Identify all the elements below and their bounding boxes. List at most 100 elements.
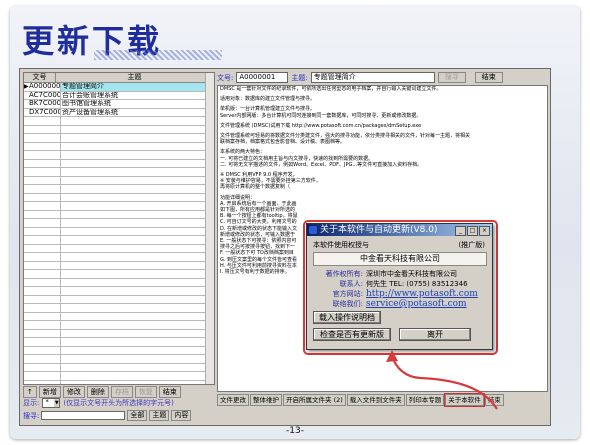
doc-number-field[interactable]: A0000001 (236, 72, 289, 83)
empty-row (24, 261, 214, 270)
detail-toolbar-button[interactable]: 列印本专题 (405, 394, 445, 406)
maximize-icon[interactable]: □ (467, 226, 478, 236)
empty-row (24, 142, 214, 151)
search-all-button[interactable]: 全部 (127, 410, 148, 421)
dialog-title: 关于本软件与自动更新(V8.0) (320, 225, 438, 235)
minimize-icon[interactable]: _ (455, 226, 466, 236)
contact-row: 著作权所有: 深圳市中金看天科技有限公司 (313, 269, 488, 279)
contact-row: 联络我们: service@potasoft.com (313, 299, 488, 309)
topic-label: 主题: (291, 73, 308, 82)
column-header-code[interactable]: 文号 (24, 73, 56, 82)
column-header-subject[interactable]: 主题 (56, 73, 214, 82)
row-code-text: BK7C0001 (29, 100, 61, 107)
doc-number-label: 文号: (217, 73, 234, 82)
empty-row (24, 355, 214, 364)
display-label: 显示: (23, 399, 40, 407)
load-manual-button[interactable]: 载入操作说明档 (313, 311, 381, 324)
topic-field[interactable]: 专题管理简介 (310, 72, 435, 83)
empty-row (24, 346, 214, 355)
contact-key: 官方网站: (332, 290, 363, 298)
empty-row (24, 193, 214, 202)
chevron-down-icon: ▼ (54, 399, 60, 407)
check-update-button[interactable]: 检查是否有更新版 (313, 328, 391, 341)
empty-row (24, 380, 214, 384)
edition-label: (推广版) (458, 241, 485, 249)
contact-row: 联系人: 何先生 TEL: (0755) 83512346 (313, 279, 488, 289)
empty-row (24, 338, 214, 347)
table-row[interactable]: DX7C0001资产设备管理系统 (24, 108, 214, 117)
empty-row (24, 125, 214, 134)
search-content-button[interactable]: 内容 (171, 410, 192, 421)
empty-row (24, 219, 214, 228)
detail-toolbar-button[interactable]: 结束 (484, 394, 504, 406)
about-dialog: 关于本软件与自动更新(V8.0) _ □ × 本软件使用权授与 (推广版) 中金… (306, 223, 493, 350)
row-code-text: DX7C0001 (29, 108, 60, 116)
contact-link[interactable]: http://www.potasoft.com (366, 289, 478, 299)
row-code: ▶A0000001 (24, 83, 61, 91)
about-software-button[interactable]: 关于本软件 (444, 393, 485, 407)
search-topic-button[interactable]: 主题 (149, 410, 170, 421)
empty-row (24, 168, 214, 177)
empty-row (24, 151, 214, 160)
search-input[interactable] (41, 411, 126, 420)
empty-row (24, 295, 214, 304)
document-list: 文号 主题 ▶A0000001专题管理简介AC7C0001合计会账管理系统BK7… (23, 72, 215, 385)
row-subject: 合计会账管理系统 (61, 91, 214, 99)
detail-search-button[interactable]: 搜寻 (437, 72, 466, 83)
row-code: AC7C0001 (24, 91, 61, 99)
detail-toolbar-button[interactable]: 文件更改 (217, 394, 249, 406)
display-dropdown[interactable]: * ▼ (42, 398, 61, 408)
detail-toolbar-button[interactable]: 开启所属文件夹 (2) (283, 394, 346, 406)
contact-key: 联络我们: (332, 300, 363, 308)
empty-row (24, 287, 214, 296)
row-code: DX7C0001 (24, 108, 61, 116)
empty-row (24, 278, 214, 287)
contact-value: 何先生 TEL: (0755) 83512346 (366, 280, 468, 288)
contact-value: 深圳市中金看天科技有限公司 (366, 270, 457, 278)
page-number: -13- (286, 426, 304, 436)
list-toolbar-button[interactable]: 新增 (38, 386, 61, 398)
close-icon[interactable]: × (479, 226, 490, 236)
empty-row (24, 253, 214, 262)
licensed-to-label: 本软件使用权授与 (313, 241, 369, 249)
table-row[interactable]: ▶A0000001专题管理简介 (24, 83, 214, 92)
empty-row (24, 117, 214, 126)
move-up-button[interactable]: ↑ (23, 386, 37, 398)
empty-row (24, 372, 214, 381)
list-scrollbar[interactable] (205, 73, 214, 384)
empty-row (24, 159, 214, 168)
search-row: 搜寻: 全部 主题 内容 (23, 410, 231, 421)
row-pointer-icon: ▶ (24, 83, 29, 90)
empty-row (24, 134, 214, 143)
row-subject: 专题管理简介 (61, 83, 214, 91)
empty-row (24, 329, 214, 338)
list-toolbar-button[interactable]: 删除 (86, 386, 109, 398)
detail-toolbar-button[interactable]: 载入文件到文件夹 (346, 394, 405, 406)
title-decoration (94, 50, 222, 60)
contact-link[interactable]: service@potasoft.com (366, 299, 467, 309)
list-toolbar-button[interactable]: 存档 (110, 386, 133, 398)
empty-row (24, 270, 214, 279)
empty-row (24, 210, 214, 219)
table-row[interactable]: BK7C0001图书馆管理系统 (24, 100, 214, 109)
detail-end-button[interactable]: 结束 (474, 72, 503, 83)
table-row[interactable]: AC7C0001合计会账管理系统 (24, 91, 214, 100)
empty-row (24, 227, 214, 236)
empty-row (24, 176, 214, 185)
empty-row (24, 202, 214, 211)
list-header: 文号 主题 (24, 73, 214, 83)
list-toolbar-button[interactable]: 恢复 (134, 386, 157, 398)
detail-header: 文号: A0000001 主题: 专题管理简介 搜寻 结束 (217, 72, 547, 83)
list-toolbar-button[interactable]: 结束 (158, 386, 181, 398)
display-filter: 显示: * ▼ (仅显示文号开头为所选择的字元号) (23, 398, 213, 408)
empty-row (24, 321, 214, 330)
search-label: 搜寻: (23, 411, 40, 420)
empty-row (24, 363, 214, 372)
list-toolbar-button[interactable]: 修改 (62, 386, 85, 398)
detail-toolbar-button[interactable]: 整体维护 (250, 394, 282, 406)
row-code-text: A0000001 (29, 83, 61, 90)
dialog-titlebar[interactable]: 关于本软件与自动更新(V8.0) _ □ × (307, 224, 492, 236)
close-button[interactable]: 离开 (399, 328, 471, 341)
contact-key: 著作权所有: (325, 270, 363, 278)
licensee-company: 中金看天科技有限公司 (313, 252, 487, 266)
